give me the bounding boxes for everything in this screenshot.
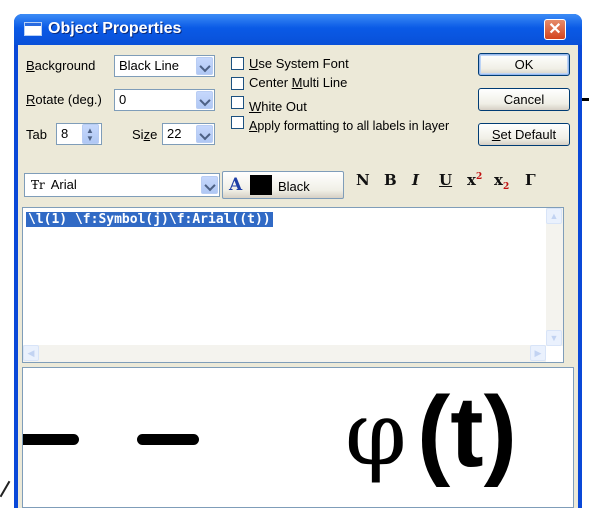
title-bar[interactable]: Object Properties ✕ bbox=[14, 14, 582, 45]
center-multi-line-checkbox[interactable] bbox=[231, 77, 244, 90]
bold-button[interactable]: B bbox=[384, 171, 397, 189]
superscript-button[interactable]: x2 bbox=[467, 171, 482, 189]
apply-formatting-checkbox[interactable] bbox=[231, 116, 244, 129]
preview-symbol-text: φ bbox=[345, 382, 407, 485]
selected-label-text[interactable]: \l(1) \f:Symbol(j)\f:Arial((t)) bbox=[26, 212, 273, 227]
greek-button[interactable]: Γ bbox=[525, 171, 536, 189]
close-icon: ✕ bbox=[548, 21, 562, 38]
scroll-up-icon[interactable]: ▲ bbox=[546, 208, 562, 224]
color-swatch bbox=[250, 175, 272, 195]
size-select[interactable]: 22 bbox=[162, 123, 215, 145]
set-default-button[interactable]: Set Default bbox=[478, 123, 570, 146]
window-title: Object Properties bbox=[48, 20, 182, 37]
chevron-down-icon[interactable] bbox=[196, 57, 213, 75]
scroll-down-icon[interactable]: ▼ bbox=[546, 330, 562, 346]
preview-arial-text: (t) bbox=[417, 376, 517, 488]
use-system-font-checkbox[interactable] bbox=[231, 57, 244, 70]
color-label: Black bbox=[278, 179, 310, 194]
font-color-icon: A bbox=[229, 175, 243, 195]
font-name: Arial bbox=[50, 177, 77, 192]
use-system-font-label: Use System Font bbox=[249, 56, 349, 71]
background-label: Background bbox=[26, 58, 96, 73]
white-out-label: White Out bbox=[249, 99, 307, 114]
normal-button[interactable]: N bbox=[356, 171, 370, 189]
background-select[interactable]: Black Line bbox=[114, 55, 215, 77]
dialog-body: Background Black Line Rotate (deg.) 0 Ta… bbox=[18, 45, 578, 508]
chevron-down-icon[interactable] bbox=[201, 176, 218, 194]
tab-value: 8 bbox=[61, 126, 69, 141]
close-button[interactable]: ✕ bbox=[544, 19, 566, 40]
label-preview: φ (t) bbox=[22, 367, 574, 508]
white-out-checkbox[interactable] bbox=[231, 96, 244, 109]
font-value: Ŧr Arial bbox=[31, 177, 77, 192]
italic-button[interactable]: I bbox=[412, 171, 419, 189]
outside-stroke bbox=[0, 480, 11, 498]
truetype-icon: Ŧr bbox=[31, 178, 45, 192]
line-sample-dash bbox=[137, 434, 199, 445]
rotate-label: Rotate (deg.) bbox=[26, 92, 102, 107]
chevron-down-icon[interactable] bbox=[196, 125, 213, 143]
background-value: Black Line bbox=[119, 58, 179, 73]
center-multi-line-label: Center Multi Line bbox=[249, 75, 348, 90]
vertical-scrollbar[interactable]: ▲ ▼ bbox=[546, 208, 563, 346]
tab-label: Tab bbox=[26, 127, 47, 142]
ok-button[interactable]: OK bbox=[478, 53, 570, 76]
scroll-right-icon[interactable]: ▶ bbox=[530, 345, 546, 361]
horizontal-scrollbar[interactable]: ◀ ▶ bbox=[23, 345, 546, 362]
line-sample-dash bbox=[23, 434, 79, 445]
rotate-select[interactable]: 0 bbox=[114, 89, 215, 111]
window-icon bbox=[24, 22, 42, 36]
object-properties-dialog: Object Properties ✕ Background Black Lin… bbox=[14, 14, 582, 508]
tab-stepper-icon[interactable]: ▲ ▼ bbox=[82, 124, 99, 144]
label-text-editor[interactable]: \l(1) \f:Symbol(j)\f:Arial((t)) ▲ ▼ ◀ ▶ bbox=[22, 207, 564, 363]
underline-button[interactable]: U bbox=[439, 171, 452, 189]
font-select[interactable]: Ŧr Arial bbox=[24, 173, 220, 197]
rotate-value: 0 bbox=[119, 92, 127, 107]
size-value: 22 bbox=[167, 126, 182, 141]
chevron-down-icon[interactable] bbox=[196, 91, 213, 109]
color-button[interactable]: A Black bbox=[222, 171, 344, 199]
apply-formatting-label: Apply formatting to all labels in layer bbox=[249, 119, 450, 133]
cancel-button[interactable]: Cancel bbox=[478, 88, 570, 111]
scroll-left-icon[interactable]: ◀ bbox=[23, 345, 39, 361]
subscript-button[interactable]: x2 bbox=[494, 171, 509, 192]
size-label: Size bbox=[132, 127, 158, 142]
